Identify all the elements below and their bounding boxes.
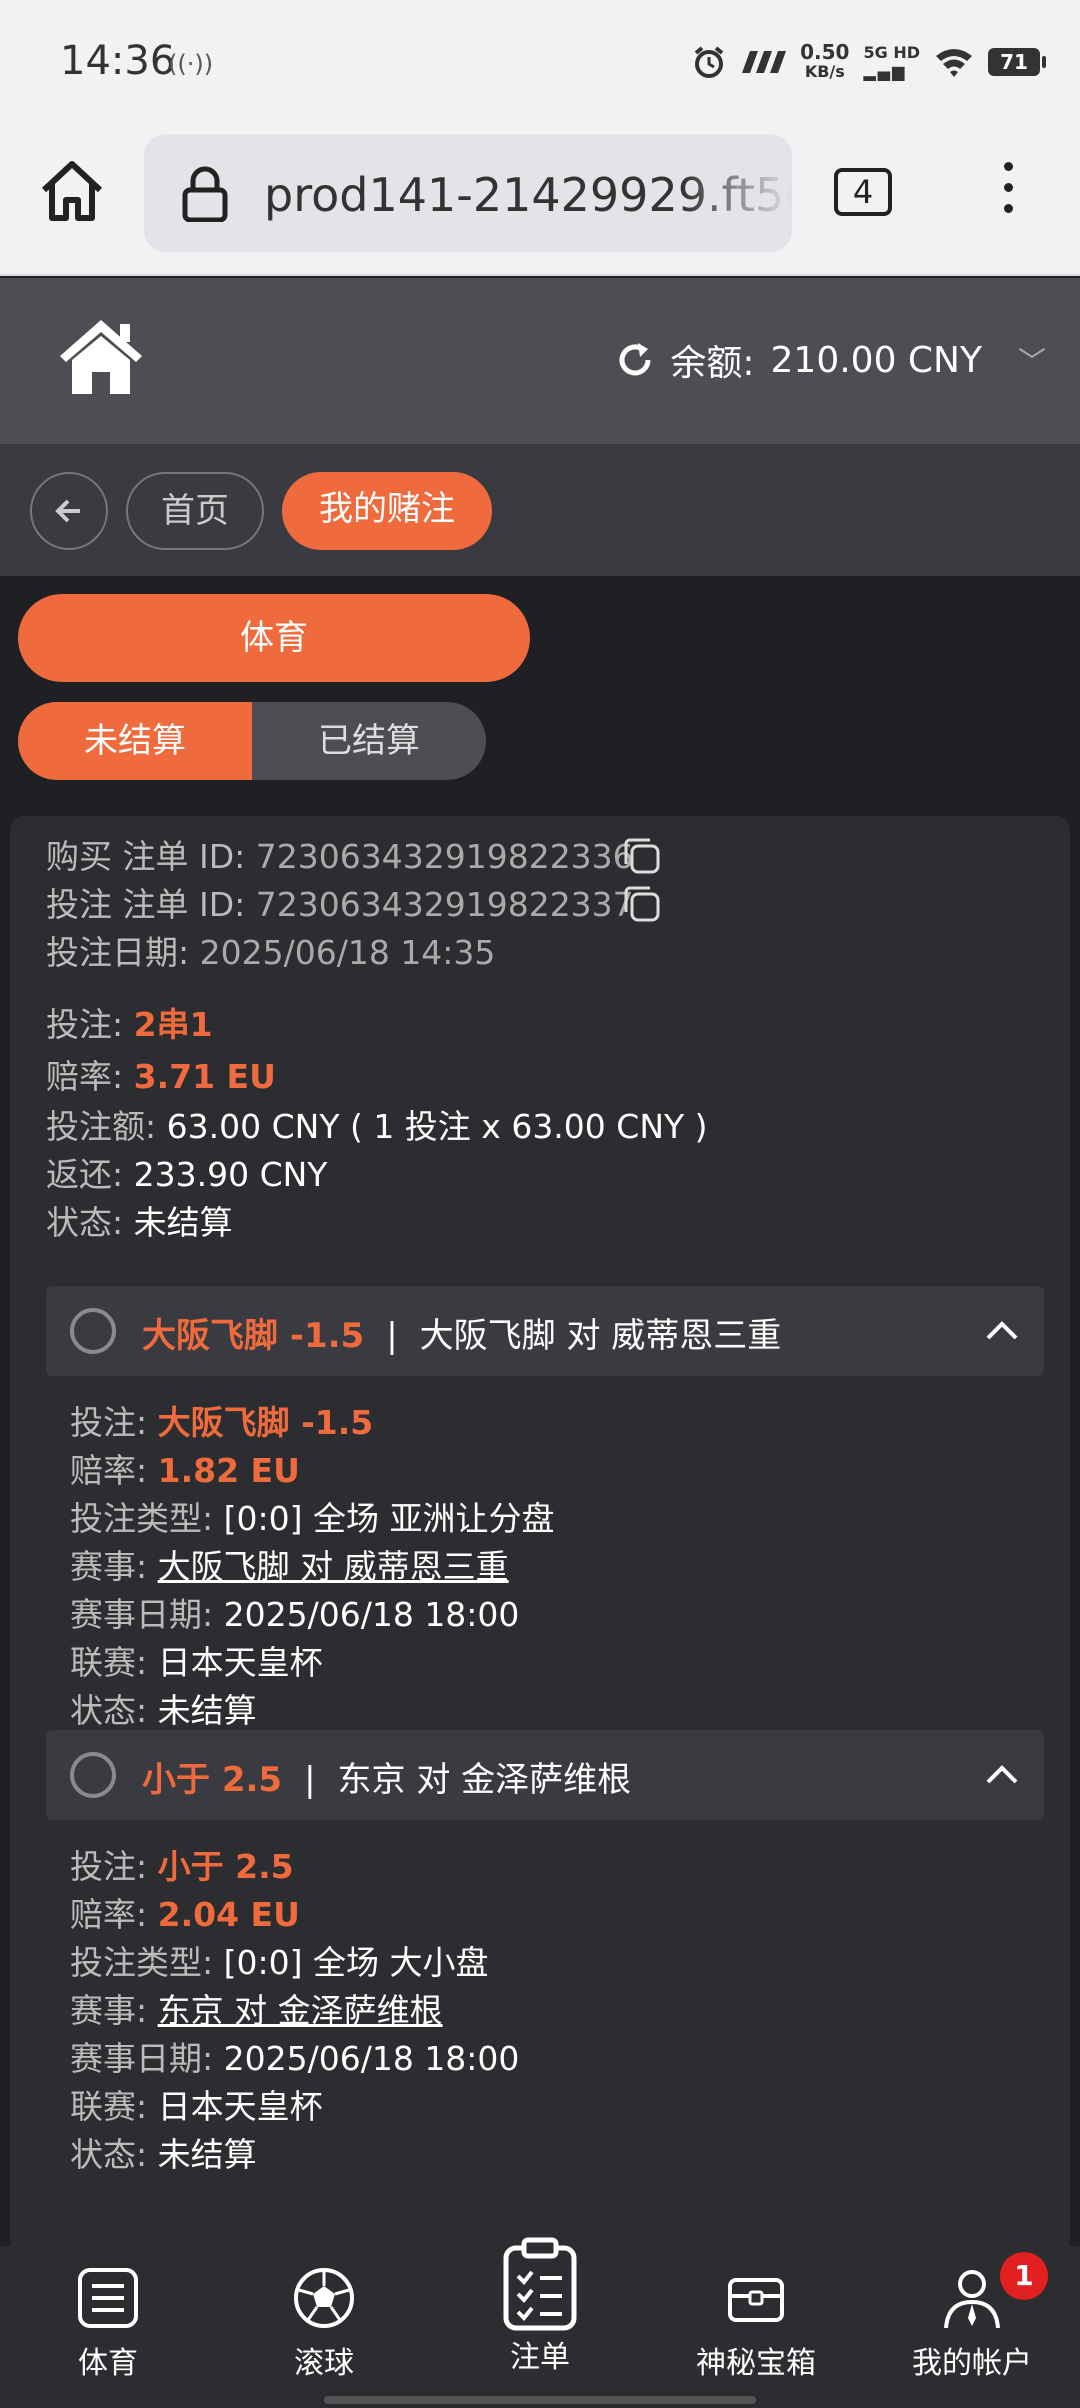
leg-radio[interactable] (70, 1752, 116, 1798)
leg-radio[interactable] (70, 1308, 116, 1354)
status-time: 14:36 (60, 38, 176, 84)
balance-label: 余额: (670, 343, 755, 384)
bet-date-row: 投注日期: 2025/06/18 14:35 (46, 933, 496, 972)
address-bar[interactable]: prod141-21429929.ft5656 (144, 134, 792, 252)
arrow-left-icon (55, 499, 80, 523)
home-tab[interactable]: 首页 (126, 472, 264, 550)
status-bar: 14:36 ((·)) 0.50 KB/s 5G HD ▂▄▆ 71 (0, 0, 1080, 126)
user-icon (944, 2270, 1000, 2329)
chevron-up-icon[interactable] (984, 1756, 1020, 1792)
chevron-down-icon[interactable]: ﹀ (1018, 340, 1046, 380)
leg-title: 小于 2.5 | 东京 对 金泽萨维根 (142, 1760, 632, 1800)
browser-home-icon[interactable] (36, 156, 108, 228)
event-link[interactable]: 东京 对 金泽萨维根 (158, 1991, 443, 2030)
carrier-icon (742, 51, 787, 73)
list-icon (78, 2268, 138, 2328)
treasure-chest-icon (728, 2278, 784, 2322)
bottom-nav-sports[interactable]: 体育 (18, 2266, 198, 2382)
stake-row: 投注额: 63.00 CNY ( 1 投注 x 63.00 CNY ) (46, 1107, 708, 1146)
battery-icon: 71 (988, 48, 1046, 76)
purchase-id-row: 购买 注单 ID: 723063432919822336 (46, 837, 634, 876)
status-row: 状态: 未结算 (46, 1203, 233, 1242)
browser-menu-button[interactable] (996, 162, 1020, 222)
bottom-nav-account[interactable]: 1 我的帐户 (882, 2252, 1062, 2382)
return-row: 返还: 233.90 CNY (46, 1155, 328, 1194)
bets-content: 体育 未结算 已结算 购买 注单 ID: 723063432919822336 … (0, 576, 1080, 2256)
sport-filter-button[interactable]: 体育 (18, 594, 530, 682)
lock-icon (182, 166, 228, 222)
bottom-nav-live[interactable]: 滚球 (234, 2266, 414, 2382)
leg-status-row: 状态: 未结算 (70, 2135, 257, 2174)
balance-display[interactable]: 余额: 210.00 CNY ﹀ (616, 334, 1046, 386)
leg-date-row: 赛事日期: 2025/06/18 18:00 (70, 1595, 520, 1634)
leg-status-row: 状态: 未结算 (70, 1691, 257, 1730)
bottom-nav-mystery-box[interactable]: 神秘宝箱 (666, 2266, 846, 2382)
my-bets-tab[interactable]: 我的赌注 (282, 472, 492, 550)
breadcrumb-nav: 首页 我的赌注 (0, 444, 1080, 576)
copy-icon[interactable] (622, 884, 662, 924)
leg-odds-row: 赔率: 1.82 EU (70, 1451, 300, 1490)
tab-switcher-button[interactable]: 4 (834, 168, 892, 216)
leg-event-row: 赛事: 大阪飞脚 对 威蒂恩三重 (70, 1547, 509, 1586)
leg-event-row: 赛事: 东京 对 金泽萨维根 (70, 1991, 443, 2030)
settled-tab[interactable]: 已结算 (252, 702, 486, 780)
chevron-up-icon[interactable] (984, 1312, 1020, 1348)
clipboard-icon (503, 2237, 577, 2331)
back-button[interactable] (30, 472, 108, 550)
bet-id-row: 投注 注单 ID: 723063432919822337 (46, 885, 634, 924)
bottom-nav-bets[interactable]: 注单 (450, 2236, 630, 2376)
notification-badge: 1 (1000, 2252, 1048, 2300)
home-icon[interactable] (56, 316, 146, 400)
settlement-toggle: 未结算 已结算 (18, 702, 486, 780)
refresh-icon[interactable] (616, 341, 654, 379)
leg-title: 大阪飞脚 -1.5 | 大阪飞脚 对 威蒂恩三重 (142, 1316, 782, 1356)
balance-value: 210.00 CNY (770, 339, 982, 381)
bet-type-row: 投注: 2串1 (46, 1005, 213, 1044)
leg-bet-row: 投注: 小于 2.5 (70, 1847, 294, 1886)
nfc-icon: ((·)) (168, 50, 214, 78)
soccer-ball-icon (294, 2268, 354, 2328)
leg-bet-row: 投注: 大阪飞脚 -1.5 (70, 1403, 374, 1442)
leg-market-row: 投注类型: [0:0] 全场 大小盘 (70, 1943, 489, 1982)
leg-league-row: 联赛: 日本天皇杯 (70, 2087, 323, 2126)
net-speed: 0.50 KB/s (800, 40, 850, 81)
leg-header[interactable]: 小于 2.5 | 东京 对 金泽萨维根 (46, 1730, 1044, 1820)
wifi-icon (936, 49, 972, 77)
event-link[interactable]: 大阪飞脚 对 威蒂恩三重 (158, 1547, 509, 1586)
alarm-icon (694, 46, 724, 78)
leg-date-row: 赛事日期: 2025/06/18 18:00 (70, 2039, 520, 2078)
unsettled-tab[interactable]: 未结算 (18, 702, 252, 780)
copy-icon[interactable] (622, 836, 662, 876)
network-indicator: 5G HD ▂▄▆ (863, 43, 920, 81)
leg-market-row: 投注类型: [0:0] 全场 亚洲让分盘 (70, 1499, 555, 1538)
app-header: 余额: 210.00 CNY ﹀ (0, 278, 1080, 444)
leg-odds-row: 赔率: 2.04 EU (70, 1895, 300, 1934)
bet-card: 购买 注单 ID: 723063432919822336 投注 注单 ID: 7… (10, 816, 1070, 2256)
browser-toolbar: prod141-21429929.ft5656 4 (0, 126, 1080, 276)
bet-odds-row: 赔率: 3.71 EU (46, 1057, 276, 1096)
leg-header[interactable]: 大阪飞脚 -1.5 | 大阪飞脚 对 威蒂恩三重 (46, 1286, 1044, 1376)
status-icons: 0.50 KB/s 5G HD ▂▄▆ 71 (692, 40, 1046, 82)
leg-league-row: 联赛: 日本天皇杯 (70, 1643, 323, 1682)
gesture-bar (324, 2396, 756, 2404)
